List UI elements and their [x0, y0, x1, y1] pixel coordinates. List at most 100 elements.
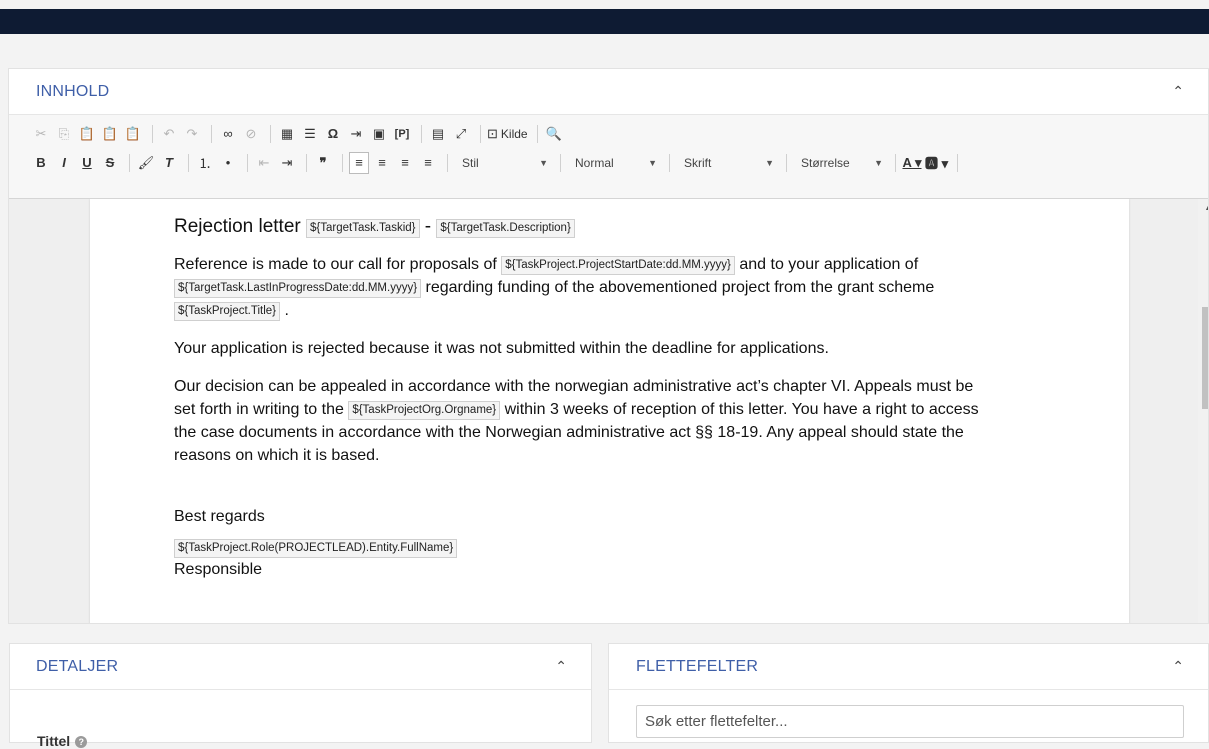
image-icon[interactable]: ▣ — [369, 123, 389, 145]
format-dropdown-label: Normal — [575, 155, 614, 170]
toolbar-separator — [447, 153, 448, 172]
merge-fields-panel: FLETTEFELTER ⌃ — [608, 643, 1209, 743]
size-dropdown-label: Størrelse — [801, 155, 850, 170]
remove-format-icon[interactable]: T — [159, 152, 179, 174]
style-dropdown[interactable]: Stil ▼ — [454, 153, 554, 173]
cut-icon[interactable]: ✂ — [31, 123, 51, 145]
copy-icon[interactable]: ⎘ — [54, 123, 74, 145]
content-panel-header[interactable]: INNHOLD ⌃ — [9, 69, 1208, 115]
letter-heading: Rejection letter ${TargetTask.Taskid} - … — [174, 216, 990, 238]
style-dropdown-label: Stil — [462, 155, 479, 170]
merge-fields-panel-header[interactable]: FLETTEFELTER ⌃ — [609, 644, 1208, 690]
paragraph-regards: Best regards — [174, 508, 265, 525]
blockquote-icon[interactable]: ❞ — [313, 152, 333, 174]
merge-field-tag[interactable]: ${TargetTask.Taskid} — [306, 219, 420, 238]
details-panel-header[interactable]: DETALJER ⌃ — [10, 644, 591, 690]
chevron-down-icon: ▼ — [648, 157, 657, 168]
maximize-icon[interactable]: ⤢ — [451, 123, 471, 145]
editor-content-area: Rejection letter ${TargetTask.Taskid} - … — [9, 199, 1208, 623]
size-dropdown[interactable]: Størrelse ▼ — [793, 153, 889, 173]
merge-fields-panel-title: FLETTEFELTER — [636, 657, 759, 675]
paragraph-signature: ${TaskProject.Role(PROJECTLEAD).Entity.F… — [174, 538, 990, 558]
toolbar-separator — [421, 124, 422, 143]
paragraph-text: and to your application of — [739, 256, 919, 273]
scroll-up-icon[interactable]: ▲ — [1198, 202, 1208, 216]
outdent-icon[interactable]: ⇤ — [254, 152, 274, 174]
paragraph-reference: Reference is made to our call for propos… — [174, 253, 990, 322]
font-dropdown[interactable]: Skrift ▼ — [676, 153, 780, 173]
chevron-up-icon[interactable]: ⌃ — [555, 658, 567, 675]
paragraph-partial: Responsible — [174, 561, 263, 578]
copy-format-icon[interactable]: 🖌 — [136, 152, 156, 174]
heading-text: Rejection letter — [174, 216, 301, 237]
toolbar-separator — [188, 153, 189, 172]
source-button[interactable]: ⊡ Kilde — [487, 123, 528, 145]
help-icon[interactable]: ? — [75, 736, 88, 748]
italic-icon[interactable]: I — [54, 152, 74, 174]
toolbar-separator — [211, 124, 212, 143]
table-icon[interactable]: ▦ — [277, 123, 297, 145]
align-justify-icon[interactable]: ≡ — [418, 152, 438, 174]
bulleted-list-icon[interactable]: • — [218, 152, 238, 174]
align-center-icon[interactable]: ≡ — [372, 152, 392, 174]
toolbar-separator — [270, 124, 271, 143]
merge-field-tag[interactable]: ${TargetTask.Description} — [436, 219, 575, 238]
undo-icon[interactable]: ↶ — [159, 123, 179, 145]
details-panel: DETALJER ⌃ Tittel? — [9, 643, 592, 749]
toolbar-separator — [247, 153, 248, 172]
toolbar-separator — [957, 153, 959, 172]
font-dropdown-label: Skrift — [684, 155, 712, 170]
top-navigation-bar — [0, 9, 1209, 34]
chevron-up-icon[interactable]: ⌃ — [1172, 658, 1184, 675]
merge-field-tag[interactable]: ${TaskProject.Title} — [174, 302, 281, 321]
toolbar-separator — [306, 153, 307, 172]
merge-field-tag[interactable]: ${TargetTask.LastInProgressDate:dd.MM.yy… — [174, 279, 422, 298]
redo-icon[interactable]: ↷ — [182, 123, 202, 145]
chevron-down-icon: ▼ — [874, 157, 883, 168]
document-page[interactable]: Rejection letter ${TargetTask.Taskid} - … — [90, 199, 1129, 623]
toolbar-separator — [129, 153, 130, 172]
chevron-down-icon: ▼ — [539, 157, 548, 168]
paste-text-icon[interactable]: 📋 — [100, 123, 120, 145]
preview-icon[interactable]: 🔍 — [544, 123, 564, 145]
indent-icon[interactable]: ⇥ — [277, 152, 297, 174]
chevron-up-icon[interactable]: ⌃ — [1172, 83, 1184, 100]
strikethrough-icon[interactable]: S — [100, 152, 120, 174]
underline-icon[interactable]: U — [77, 152, 97, 174]
paste-icon[interactable]: 📋 — [77, 123, 97, 145]
align-right-icon[interactable]: ≡ — [395, 152, 415, 174]
paragraph-rejection: Your application is rejected because it … — [174, 340, 829, 357]
text-color-icon[interactable]: A ▾ — [902, 152, 922, 174]
show-blocks-icon[interactable]: ▤ — [428, 123, 448, 145]
editor-scrollbar[interactable]: ▲ ▼ — [1198, 199, 1208, 623]
bold-icon[interactable]: B — [31, 152, 51, 174]
unlink-icon[interactable]: ⊘ — [241, 123, 261, 145]
content-panel-title: INNHOLD — [36, 82, 110, 100]
toolbar-row-1: ✂ ⎘ 📋 📋 📋 ↶ ↷ ∞ ⊘ ▦ ☰ Ω ⇥ ▣ [P] ▤ ⤢ ⊡ Ki… — [31, 119, 1208, 148]
toolbar-separator — [895, 153, 896, 172]
paragraph-text: Reference is made to our call for propos… — [174, 256, 497, 273]
align-left-icon[interactable]: ≡ — [349, 151, 369, 174]
page-break-icon[interactable]: ⇥ — [346, 123, 366, 145]
link-icon[interactable]: ∞ — [218, 123, 238, 145]
format-dropdown[interactable]: Normal ▼ — [567, 153, 663, 173]
editor-toolbar: ✂ ⎘ 📋 📋 📋 ↶ ↷ ∞ ⊘ ▦ ☰ Ω ⇥ ▣ [P] ▤ ⤢ ⊡ Ki… — [9, 115, 1208, 199]
scrollbar-thumb[interactable] — [1202, 307, 1208, 409]
horizontal-line-icon[interactable]: ☰ — [300, 123, 320, 145]
merge-field-tag[interactable]: ${TaskProject.ProjectStartDate:dd.MM.yyy… — [501, 256, 735, 275]
merge-field-tag[interactable]: ${TaskProject.Role(PROJECTLEAD).Entity.F… — [174, 539, 458, 558]
source-label: Kilde — [500, 126, 528, 141]
title-field-label: Tittel? — [37, 733, 88, 749]
chevron-down-icon: ▼ — [765, 157, 774, 168]
toolbar-separator — [152, 124, 153, 143]
paste-from-word-icon[interactable]: 📋 — [123, 123, 143, 145]
special-char-icon[interactable]: Ω — [323, 123, 343, 145]
toolbar-separator — [342, 153, 343, 172]
merge-field-search-input[interactable] — [636, 705, 1184, 738]
toolbar-separator — [536, 124, 538, 143]
merge-field-tag[interactable]: ${TaskProjectOrg.Orgname} — [348, 401, 501, 420]
numbered-list-icon[interactable]: ⒈ — [195, 152, 215, 174]
toolbar-separator — [480, 124, 481, 143]
background-color-icon[interactable]: 🅰 ▾ — [925, 152, 948, 174]
placeholder-icon[interactable]: [P] — [392, 123, 412, 145]
